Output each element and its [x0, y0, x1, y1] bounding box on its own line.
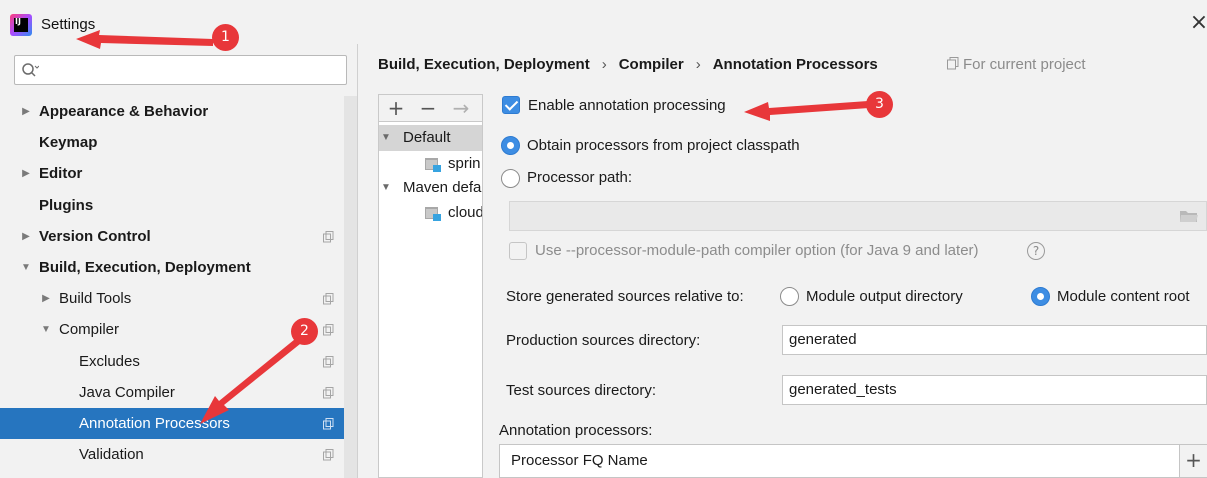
- obtain-from-classpath-radio[interactable]: [501, 136, 520, 155]
- test-sources-input[interactable]: generated_tests: [782, 375, 1207, 405]
- profile-label: Maven defa: [403, 179, 482, 196]
- sidebar-item-version-control[interactable]: ▶ Version Control: [0, 221, 344, 252]
- sidebar-item-validation[interactable]: Validation: [0, 439, 344, 470]
- sidebar-item-label: Build Tools: [59, 290, 132, 307]
- sidebar-item-label: Plugins: [39, 197, 94, 214]
- project-scope-icon: [323, 418, 334, 430]
- sidebar-item-label: Version Control: [39, 228, 151, 245]
- processor-path-label[interactable]: Processor path:: [527, 168, 632, 188]
- processor-fq-name-column-header[interactable]: Processor FQ Name: [500, 445, 1178, 477]
- module-label: sprin: [448, 155, 481, 172]
- sidebar-item-appearance-behavior[interactable]: ▶ Appearance & Behavior: [0, 96, 344, 127]
- project-scope-icon: [323, 387, 334, 399]
- obtain-from-classpath-label[interactable]: Obtain processors from project classpath: [527, 136, 800, 156]
- add-profile-button[interactable]: +: [384, 95, 408, 123]
- project-scope-icon: [323, 449, 334, 461]
- sidebar-item-build-tools[interactable]: ▶ Build Tools: [0, 283, 344, 314]
- module-output-directory-radio[interactable]: [780, 287, 799, 306]
- scope-indicator: For current project: [947, 54, 1086, 76]
- callout-badge-3: 3: [866, 91, 893, 118]
- enable-annotation-processing-label[interactable]: Enable annotation processing: [528, 96, 726, 116]
- sidebar-item-plugins[interactable]: Plugins: [0, 190, 344, 221]
- breadcrumb-item-current: Annotation Processors: [712, 56, 878, 73]
- sidebar-item-label: Excludes: [79, 353, 140, 370]
- window-title: Settings: [41, 16, 96, 33]
- sidebar-item-excludes[interactable]: Excludes: [0, 346, 344, 377]
- scope-label: For current project: [963, 56, 1086, 73]
- sidebar-item-label: Compiler: [59, 321, 120, 338]
- annotation-processors-title: Annotation processors:: [499, 422, 653, 439]
- module-output-directory-label[interactable]: Module output directory: [806, 287, 963, 307]
- expand-icon[interactable]: ▼: [381, 175, 391, 201]
- processor-path-field[interactable]: [509, 201, 1207, 231]
- chevron-down-icon[interactable]: ▼: [19, 252, 33, 283]
- project-scope-icon: [323, 324, 334, 336]
- callout-arrow-3: [744, 101, 869, 121]
- module-path-option-label: Use --processor-module-path compiler opt…: [535, 242, 979, 259]
- sidebar-item-annotation-processors[interactable]: Annotation Processors: [0, 408, 357, 439]
- store-relative-label: Store generated sources relative to:: [506, 288, 744, 305]
- breadcrumb-separator: ›: [695, 56, 701, 73]
- sidebar-scrollbar[interactable]: [344, 96, 357, 478]
- sidebar-item-label: Build, Execution, Deployment: [39, 259, 251, 276]
- sidebar-item-label: Appearance & Behavior: [39, 103, 209, 120]
- profile-label: Default: [403, 129, 451, 146]
- profile-maven-default[interactable]: ▼ Maven defa: [379, 175, 482, 201]
- profiles-toolbar: + − →: [378, 94, 483, 122]
- sidebar-item-keymap[interactable]: Keymap: [0, 127, 344, 158]
- module-content-root-label[interactable]: Module content root: [1057, 287, 1190, 307]
- help-icon[interactable]: ?: [1027, 242, 1045, 260]
- production-sources-input[interactable]: generated: [782, 325, 1207, 355]
- breadcrumb-item[interactable]: Compiler: [619, 56, 684, 73]
- profile-module[interactable]: sprin: [379, 151, 482, 177]
- chevron-right-icon[interactable]: ▶: [39, 283, 53, 314]
- chevron-down-icon[interactable]: ▼: [39, 314, 53, 345]
- expand-icon[interactable]: ▼: [381, 125, 391, 151]
- settings-search-input[interactable]: [14, 55, 347, 85]
- profile-module[interactable]: cloud: [379, 200, 482, 226]
- production-sources-label: Production sources directory:: [506, 332, 701, 349]
- processor-path-radio[interactable]: [501, 169, 520, 188]
- callout-badge-2: 2: [291, 318, 318, 345]
- close-icon[interactable]: ×: [1188, 12, 1207, 34]
- folder-icon[interactable]: [1180, 209, 1198, 223]
- breadcrumb-separator: ›: [601, 56, 607, 73]
- sidebar-item-java-compiler[interactable]: Java Compiler: [0, 377, 344, 408]
- module-label: cloud: [448, 204, 482, 221]
- module-path-option-checkbox[interactable]: [509, 242, 527, 260]
- callout-badge-1: 1: [212, 24, 239, 51]
- move-to-profile-button[interactable]: →: [449, 95, 473, 123]
- profile-default[interactable]: ▼ Default: [379, 125, 482, 151]
- sidebar-item-label: Keymap: [39, 134, 98, 151]
- sidebar-item-label: Java Compiler: [79, 384, 175, 401]
- sidebar-item-label: Annotation Processors: [79, 415, 230, 432]
- intellij-app-icon: IJ: [10, 14, 32, 36]
- project-scope-icon: [323, 356, 334, 368]
- breadcrumb-item[interactable]: Build, Execution, Deployment: [378, 56, 590, 73]
- sidebar-item-label: Editor: [39, 165, 83, 182]
- project-scope-icon: [323, 293, 334, 305]
- sidebar-divider: [357, 44, 358, 478]
- chevron-right-icon[interactable]: ▶: [19, 158, 33, 189]
- sidebar-item-build-execution-deployment[interactable]: ▼ Build, Execution, Deployment: [0, 252, 344, 283]
- enable-annotation-processing-checkbox[interactable]: [502, 96, 520, 114]
- sidebar-item-label: Validation: [79, 446, 144, 463]
- search-icon: [22, 63, 39, 77]
- chevron-right-icon[interactable]: ▶: [19, 96, 33, 127]
- chevron-right-icon[interactable]: ▶: [19, 221, 33, 252]
- module-icon: [425, 158, 441, 172]
- remove-profile-button[interactable]: −: [416, 95, 440, 123]
- sidebar-item-editor[interactable]: ▶ Editor: [0, 158, 344, 189]
- breadcrumb: Build, Execution, Deployment › Compiler › An…: [378, 54, 878, 76]
- project-scope-icon: [323, 231, 334, 243]
- module-content-root-radio[interactable]: [1031, 287, 1050, 306]
- test-sources-label: Test sources directory:: [506, 382, 657, 399]
- add-processor-button[interactable]: +: [1179, 445, 1207, 477]
- module-icon: [425, 207, 441, 221]
- copy-icon: [947, 57, 959, 70]
- title-bar: IJ Settings ×: [0, 0, 1207, 44]
